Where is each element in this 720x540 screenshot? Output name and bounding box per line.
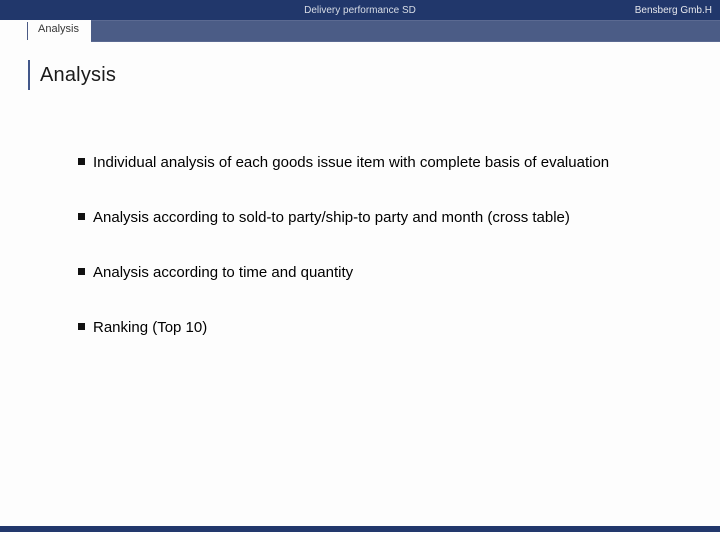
tab-row-left-pad xyxy=(0,20,28,42)
list-item-text: Analysis according to time and quantity xyxy=(93,262,353,283)
tab-row-filler xyxy=(91,20,720,42)
list-item-text: Ranking (Top 10) xyxy=(93,317,207,338)
square-bullet-icon xyxy=(78,158,85,165)
square-bullet-icon xyxy=(78,268,85,275)
header-brand: Bensberg Gmb.H xyxy=(635,5,712,16)
heading-rule xyxy=(28,60,30,90)
list-item: Individual analysis of each goods issue … xyxy=(78,152,650,173)
list-item: Ranking (Top 10) xyxy=(78,317,650,338)
bullet-list: Individual analysis of each goods issue … xyxy=(78,152,650,338)
tab-analysis[interactable]: Analysis xyxy=(28,20,91,42)
list-item-text: Individual analysis of each goods issue … xyxy=(93,152,609,173)
square-bullet-icon xyxy=(78,213,85,220)
header-title: Delivery performance SD xyxy=(304,5,416,16)
page-heading-block: Analysis xyxy=(28,60,720,90)
header-bar: Delivery performance SD Bensberg Gmb.H xyxy=(0,0,720,20)
page-heading: Analysis xyxy=(40,64,116,87)
tab-row: Analysis xyxy=(0,20,720,42)
footer-bar xyxy=(0,526,720,532)
list-item: Analysis according to sold-to party/ship… xyxy=(78,207,650,228)
list-item-text: Analysis according to sold-to party/ship… xyxy=(93,207,570,228)
list-item: Analysis according to time and quantity xyxy=(78,262,650,283)
square-bullet-icon xyxy=(78,323,85,330)
